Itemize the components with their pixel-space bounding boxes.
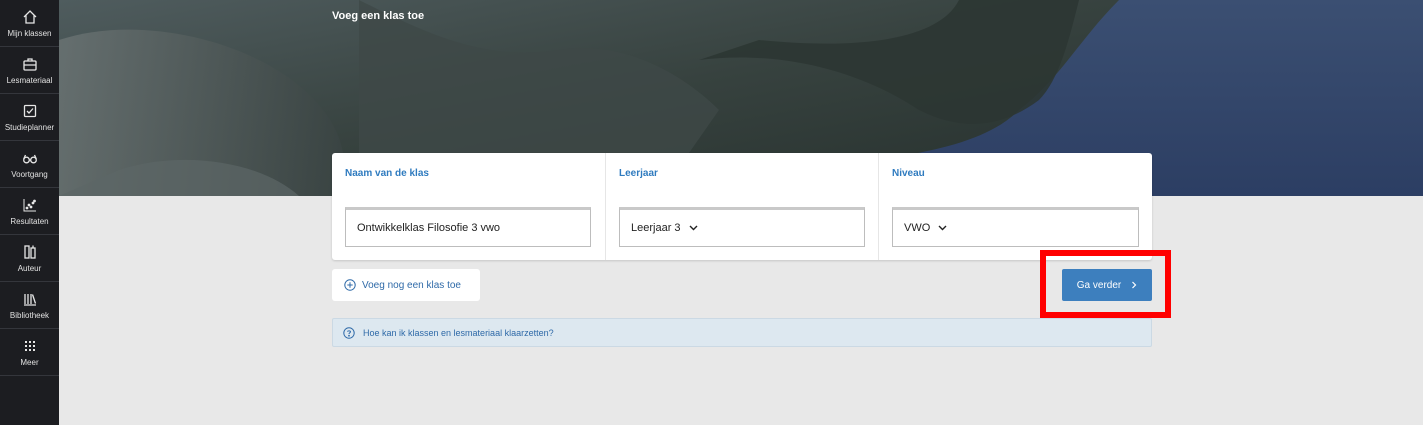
chevron-right-icon <box>1132 281 1137 289</box>
grid-dots-icon <box>24 340 35 351</box>
sidebar-item-meer[interactable]: Meer <box>0 329 59 376</box>
sidebar-item-label: Lesmateriaal <box>6 75 53 85</box>
continue-label: Ga verder <box>1076 279 1122 291</box>
class-name-label: Naam van de klas <box>345 168 429 179</box>
question-circle-icon <box>343 326 355 339</box>
sidebar-item-voortgang[interactable]: Voortgang <box>0 141 59 188</box>
scatter-chart-icon <box>23 198 36 211</box>
author-icon <box>23 244 36 259</box>
sidebar-item-label: Mijn klassen <box>7 28 52 38</box>
chevron-down-icon <box>938 225 947 231</box>
sidebar: Mijn klassen Lesmateriaal Studieplanner … <box>0 0 59 425</box>
sidebar-item-label: Studieplanner <box>4 122 55 132</box>
add-class-button[interactable]: Voeg nog een klas toe <box>332 269 480 301</box>
continue-button[interactable]: Ga verder <box>1062 269 1152 301</box>
help-info-link[interactable]: Hoe kan ik klassen en lesmateriaal klaar… <box>332 318 1152 347</box>
briefcase-icon <box>22 57 37 71</box>
class-name-input[interactable]: Ontwikkelklas Filosofie 3 vwo <box>345 207 591 247</box>
sidebar-item-label: Resultaten <box>10 216 49 226</box>
class-name-column: Naam van de klas Ontwikkelklas Filosofie… <box>332 153 605 260</box>
glasses-icon <box>22 154 37 163</box>
sidebar-item-label: Meer <box>20 357 39 367</box>
sidebar-item-resultaten[interactable]: Resultaten <box>0 188 59 235</box>
level-column: Niveau VWO <box>878 153 1152 260</box>
home-icon <box>23 9 36 24</box>
plus-circle-icon <box>344 279 356 291</box>
sidebar-item-label: Bibliotheek <box>9 310 50 320</box>
sidebar-item-bibliotheek[interactable]: Bibliotheek <box>0 282 59 329</box>
level-label: Niveau <box>892 168 925 179</box>
year-select[interactable]: Leerjaar 3 <box>619 207 865 247</box>
sidebar-item-label: Voortgang <box>11 169 48 179</box>
year-select-value: Leerjaar 3 <box>631 222 681 234</box>
class-form-card: Naam van de klas Ontwikkelklas Filosofie… <box>332 153 1152 260</box>
chevron-down-icon <box>689 225 698 231</box>
level-select-value: VWO <box>904 222 931 234</box>
year-column: Leerjaar Leerjaar 3 <box>605 153 878 260</box>
sidebar-item-auteur[interactable]: Auteur <box>0 235 59 282</box>
level-select[interactable]: VWO <box>892 207 1139 247</box>
sidebar-item-lesmateriaal[interactable]: Lesmateriaal <box>0 47 59 94</box>
checkbox-icon <box>23 104 36 117</box>
library-icon <box>23 293 36 306</box>
sidebar-item-studieplanner[interactable]: Studieplanner <box>0 94 59 141</box>
sidebar-item-mijn-klassen[interactable]: Mijn klassen <box>0 0 59 47</box>
year-label: Leerjaar <box>619 168 658 179</box>
add-class-label: Voeg nog een klas toe <box>362 279 461 291</box>
sidebar-item-label: Auteur <box>17 263 42 273</box>
page-title: Voeg een klas toe <box>332 10 425 22</box>
help-info-text: Hoe kan ik klassen en lesmateriaal klaar… <box>363 327 554 338</box>
